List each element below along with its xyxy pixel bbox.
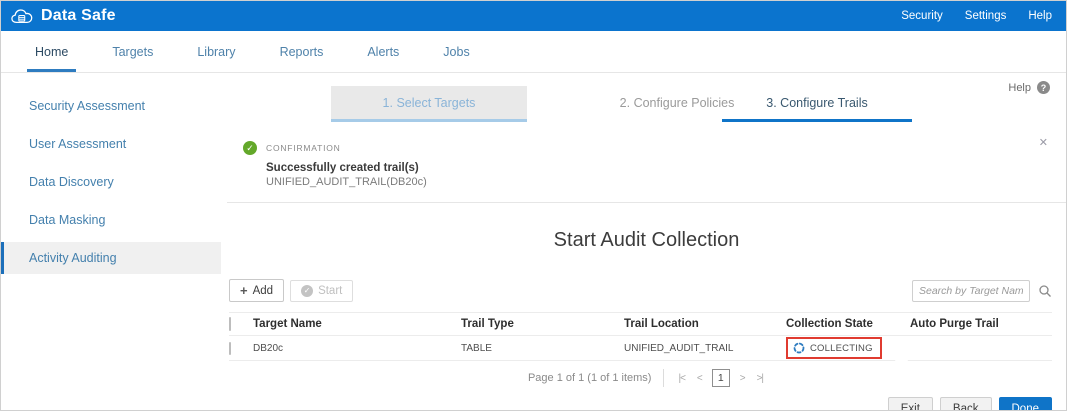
tab-alerts[interactable]: Alerts [363, 31, 403, 72]
topbar-links: Security Settings Help [901, 10, 1052, 22]
search-area [912, 280, 1052, 302]
start-check-circle-icon: ✓ [301, 285, 313, 297]
trails-table: Target Name Trail Type Trail Location Co… [227, 312, 1066, 361]
app-title: Data Safe [41, 7, 116, 25]
tab-jobs[interactable]: Jobs [439, 31, 473, 72]
plus-icon: + [240, 284, 248, 297]
add-button-label: Add [253, 285, 273, 297]
collection-state-label: COLLECTING [810, 343, 873, 354]
wizard-footer-buttons: Exit Back Done [227, 397, 1066, 411]
wizard-step-select-targets[interactable]: 1. Select Targets [331, 86, 527, 122]
sidebar-item-data-masking[interactable]: Data Masking [1, 201, 221, 239]
start-button[interactable]: ✓ Start [290, 280, 353, 302]
col-header-target-name: Target Name [253, 318, 461, 330]
pagination-summary: Page 1 of 1 (1 of 1 items) [528, 372, 652, 384]
start-button-label: Start [318, 285, 342, 297]
tab-reports[interactable]: Reports [276, 31, 328, 72]
col-header-trail-location: Trail Location [624, 318, 786, 330]
cell-collection-state: COLLECTING [786, 337, 910, 359]
confirmation-detail: UNIFIED_AUDIT_TRAIL(DB20c) [266, 176, 427, 188]
search-input[interactable] [912, 280, 1030, 302]
main-nav-tabs: Home Targets Library Reports Alerts Jobs [1, 31, 1066, 73]
table-header-row: Target Name Trail Type Trail Location Co… [229, 312, 1052, 336]
col-header-auto-purge-trail: Auto Purge Trail [910, 318, 1052, 330]
cell-trail-type: TABLE [461, 343, 624, 354]
topbar-link-security[interactable]: Security [901, 10, 943, 22]
exit-button[interactable]: Exit [888, 397, 933, 411]
add-button[interactable]: + Add [229, 279, 284, 302]
check-circle-icon: ✓ [243, 141, 257, 155]
col-header-collection-state: Collection State [786, 318, 910, 330]
close-icon[interactable]: ✕ [1039, 136, 1048, 149]
sidebar-item-data-discovery[interactable]: Data Discovery [1, 163, 221, 201]
last-page-icon[interactable]: >| [755, 373, 765, 384]
first-page-icon[interactable]: |< [676, 373, 686, 384]
done-button[interactable]: Done [999, 397, 1053, 411]
topbar-link-settings[interactable]: Settings [965, 10, 1007, 22]
back-button[interactable]: Back [940, 397, 992, 411]
page-title: Start Audit Collection [227, 229, 1066, 252]
previous-page-icon[interactable]: < [695, 373, 704, 384]
tab-targets[interactable]: Targets [108, 31, 157, 72]
sidebar-item-security-assessment[interactable]: Security Assessment [1, 87, 221, 125]
toolbar: + Add ✓ Start [227, 279, 1066, 302]
pagination-divider [663, 369, 664, 387]
sidebar-item-user-assessment[interactable]: User Assessment [1, 125, 221, 163]
search-icon[interactable] [1038, 284, 1052, 298]
main-content: Help ? 1. Select Targets 2. Configure Po… [221, 73, 1066, 411]
cloud-database-icon [11, 8, 33, 24]
cell-trail-location: UNIFIED_AUDIT_TRAIL [624, 343, 786, 354]
table-row: DB20c TABLE UNIFIED_AUDIT_TRAIL COLLECTI… [229, 336, 1052, 361]
app-window: Data Safe Security Settings Help Home Ta… [0, 0, 1067, 411]
cell-target-name: DB20c [253, 343, 461, 354]
wizard-steps: 1. Select Targets 2. Configure Policies … [227, 86, 1066, 122]
sidebar-item-activity-auditing[interactable]: Activity Auditing [1, 242, 221, 274]
topbar-link-help[interactable]: Help [1028, 10, 1052, 22]
spinner-icon [793, 342, 805, 354]
toggle-knob [894, 349, 909, 364]
confirmation-title: Successfully created trail(s) [266, 162, 427, 174]
select-all-checkbox[interactable] [229, 317, 231, 331]
confirmation-banner: ✓ CONFIRMATION Successfully created trai… [227, 130, 1066, 203]
next-page-icon[interactable]: > [738, 373, 747, 384]
tab-library[interactable]: Library [193, 31, 239, 72]
tab-home[interactable]: Home [31, 31, 72, 72]
sidebar: Security Assessment User Assessment Data… [1, 73, 221, 411]
collecting-annotation-box: COLLECTING [786, 337, 882, 359]
confirmation-kind: CONFIRMATION [266, 143, 427, 153]
top-bar: Data Safe Security Settings Help [1, 1, 1066, 31]
brand: Data Safe [11, 7, 116, 25]
wizard-step-configure-trails[interactable]: 3. Configure Trails [722, 86, 912, 122]
row-checkbox[interactable] [229, 342, 231, 355]
col-header-trail-type: Trail Type [461, 318, 624, 330]
current-page-button[interactable]: 1 [712, 369, 730, 387]
pagination: Page 1 of 1 (1 of 1 items) |< < 1 > >| [227, 369, 1066, 387]
